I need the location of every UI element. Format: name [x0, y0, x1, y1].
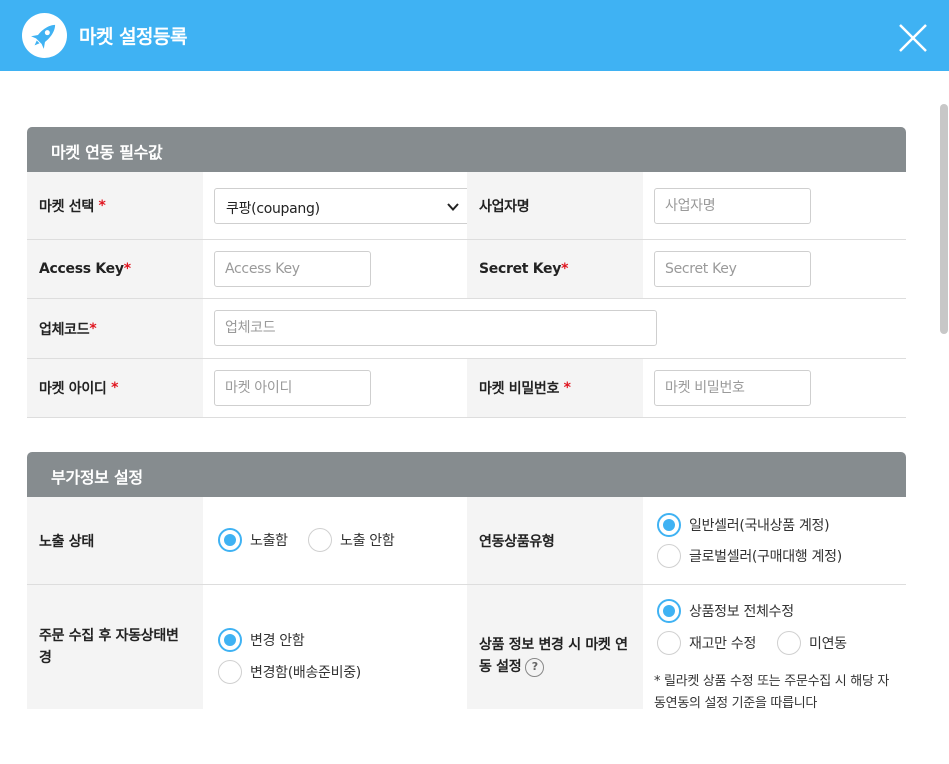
radio-sync-none[interactable]: 미연동: [777, 631, 847, 655]
section-header-required: 마켓 연동 필수값: [27, 127, 906, 172]
exposure-status-label: 노출 상태: [27, 497, 203, 584]
radio-button[interactable]: [657, 513, 681, 537]
radio-button[interactable]: [657, 599, 681, 623]
chevron-down-icon: [447, 203, 459, 211]
divider: [27, 417, 906, 418]
radio-button[interactable]: [657, 631, 681, 655]
market-password-input[interactable]: [654, 370, 811, 406]
radio-button[interactable]: [218, 528, 242, 552]
scrollbar[interactable]: [937, 104, 949, 709]
section-title: 부가정보 설정: [51, 468, 143, 487]
close-icon[interactable]: [896, 21, 930, 55]
market-select-label: 마켓 선택 *: [27, 172, 203, 239]
radio-button[interactable]: [657, 544, 681, 568]
vendor-code-label: 업체코드 *: [27, 299, 203, 358]
radio-no-change[interactable]: 변경 안함: [218, 628, 305, 652]
radio-global-seller[interactable]: 글로벌셀러(구매대행 계정): [657, 544, 842, 568]
radio-sync-stock[interactable]: 재고만 수정: [657, 631, 756, 655]
vendor-code-input[interactable]: [214, 310, 657, 346]
scroll-thumb[interactable]: [940, 104, 948, 334]
business-name-label: 사업자명: [467, 172, 643, 239]
market-select[interactable]: 쿠팡(coupang): [214, 188, 473, 224]
product-type-label: 연동상품유형: [467, 497, 643, 584]
market-id-label: 마켓 아이디 *: [27, 359, 203, 417]
section-header-additional: 부가정보 설정: [27, 452, 906, 497]
access-key-input[interactable]: [214, 251, 371, 287]
secret-key-label: Secret Key *: [467, 240, 643, 298]
modal-title: 마켓 설정등록: [79, 26, 188, 48]
radio-change-preparing[interactable]: 변경함(배송준비중): [218, 660, 361, 684]
business-name-input[interactable]: [654, 188, 811, 224]
order-auto-status-label: 주문 수집 후 자동상태변경: [27, 585, 203, 709]
sync-note: * 릴라켓 상품 수정 또는 주문수집 시 해당 자동연동의 설정 기준을 따릅…: [654, 674, 890, 709]
help-icon[interactable]: ?: [525, 657, 545, 677]
access-key-label: Access Key *: [27, 240, 203, 298]
radio-button[interactable]: [308, 528, 332, 552]
modal-body: 마켓 연동 필수값 마켓 선택 * 쿠팡(coupang) 사업자명 Acces…: [0, 71, 949, 709]
modal-header: 마켓 설정등록: [0, 0, 949, 71]
rocket-icon: [22, 13, 67, 58]
market-password-label: 마켓 비밀번호 *: [467, 359, 643, 417]
radio-exposure-on[interactable]: 노출함: [218, 528, 288, 552]
section-title: 마켓 연동 필수값: [51, 143, 163, 162]
market-id-input[interactable]: [214, 370, 371, 406]
radio-button[interactable]: [218, 628, 242, 652]
radio-button[interactable]: [218, 660, 242, 684]
radio-exposure-off[interactable]: 노출 안함: [308, 528, 395, 552]
sync-setting-label: 상품 정보 변경 시 마켓 연동 설정?: [467, 585, 643, 709]
secret-key-input[interactable]: [654, 251, 811, 287]
radio-sync-all[interactable]: 상품정보 전체수정: [657, 599, 794, 623]
radio-button[interactable]: [777, 631, 801, 655]
radio-general-seller[interactable]: 일반셀러(국내상품 계정): [657, 513, 830, 537]
